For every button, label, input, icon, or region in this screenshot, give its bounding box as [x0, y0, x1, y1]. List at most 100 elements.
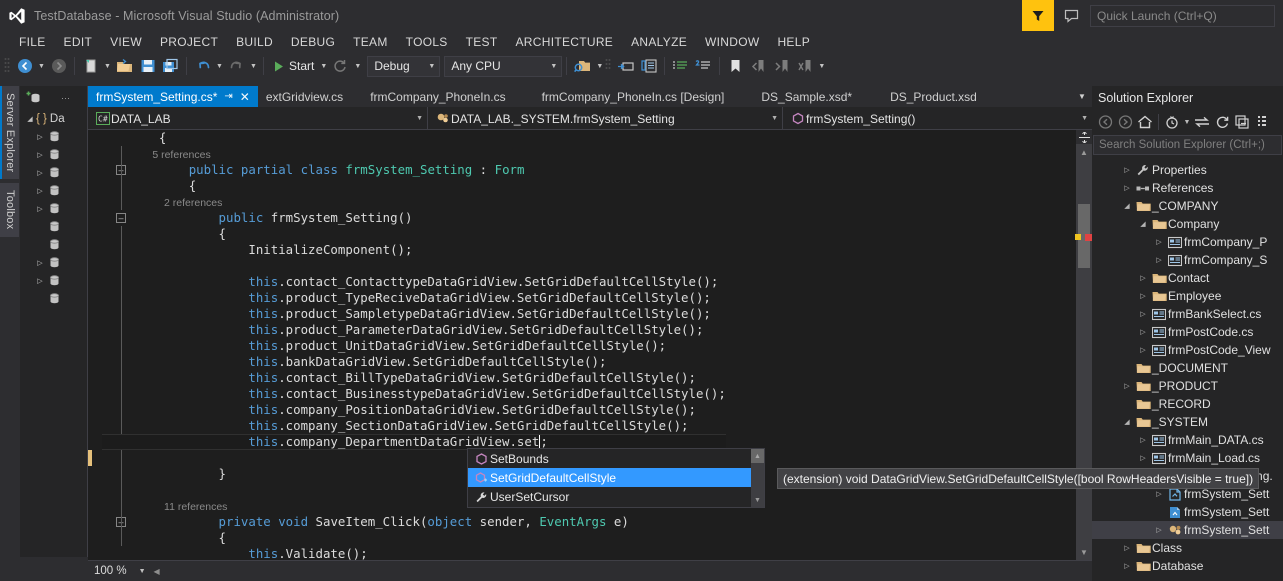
server-explorer-node[interactable]: ▷ — [20, 182, 87, 200]
codelens-reference-count[interactable]: 5 references — [129, 149, 211, 161]
chevron-collapsed-icon[interactable]: ▷ — [34, 205, 46, 213]
chevron-collapsed-icon[interactable]: ▷ — [34, 151, 46, 159]
chevron-collapsed-icon[interactable]: ▷ — [34, 169, 46, 177]
solution-explorer-item-record[interactable]: _RECORD — [1092, 395, 1283, 413]
toolbar-grip[interactable] — [4, 57, 13, 75]
menu-debug[interactable]: DEBUG — [282, 33, 344, 51]
solution-explorer-item-company[interactable]: ◢Company — [1092, 215, 1283, 233]
solution-explorer-item-properties[interactable]: ▷Properties — [1092, 161, 1283, 179]
find-in-files-magnifier-icon[interactable] — [571, 55, 594, 77]
solution-explorer-item-contact[interactable]: ▷Contact — [1092, 269, 1283, 287]
solution-explorer-tree[interactable]: ▷Properties▷References◢_COMPANY◢Company▷… — [1092, 161, 1283, 581]
chevron-collapsed-icon[interactable]: ▷ — [1136, 436, 1150, 444]
solution-explorer-item-database[interactable]: ▷Database — [1092, 557, 1283, 575]
solution-explorer-item-frmcompany-s[interactable]: ▷frmCompany_S — [1092, 251, 1283, 269]
solution-explorer-item-frmmain-data-cs[interactable]: ▷frmMain_DATA.cs — [1092, 431, 1283, 449]
chevron-collapsed-icon[interactable]: ▷ — [34, 187, 46, 195]
scroll-down-icon[interactable]: ▼ — [751, 493, 764, 507]
pending-changes-clock-icon[interactable] — [1162, 111, 1182, 133]
scroll-left-icon[interactable]: ◀ — [154, 567, 160, 576]
tab-overflow-chevron-down-icon[interactable]: ▼ — [1072, 86, 1092, 107]
menu-view[interactable]: VIEW — [101, 33, 151, 51]
previous-bookmark-icon[interactable] — [747, 55, 770, 77]
chevron-expanded-icon[interactable]: ◢ — [1120, 418, 1134, 426]
close-icon[interactable]: ✕ — [240, 90, 250, 104]
solution-explorer-item-references[interactable]: ▷References — [1092, 179, 1283, 197]
chevron-collapsed-icon[interactable]: ▷ — [1152, 490, 1166, 498]
home-icon[interactable] — [1135, 111, 1155, 133]
refresh-circular-icon[interactable] — [329, 55, 352, 77]
code-line[interactable]: this.product_TypeReciveDataGridView.SetG… — [102, 290, 726, 306]
menu-build[interactable]: BUILD — [227, 33, 282, 51]
chevron-collapsed-icon[interactable]: ▷ — [1120, 382, 1134, 390]
pin-icon[interactable]: ⇥ — [224, 91, 232, 102]
chevron-collapsed-icon[interactable]: ▷ — [1136, 454, 1150, 462]
chevron-collapsed-icon[interactable]: ▷ — [1136, 328, 1150, 336]
solution-platform-combo[interactable]: Any CPU ▼ — [444, 56, 562, 77]
navigate-back-icon[interactable] — [1095, 111, 1115, 133]
codelens-reference-line[interactable]: 2 references — [102, 194, 726, 210]
editor-vertical-scrollbar[interactable] — [1076, 130, 1092, 560]
chevron-collapsed-icon[interactable]: ▷ — [1120, 562, 1134, 570]
completion-item-setbounds[interactable]: SetBounds — [468, 449, 764, 468]
menu-window[interactable]: WINDOW — [696, 33, 768, 51]
quick-launch-input[interactable]: Quick Launch (Ctrl+Q) — [1090, 5, 1275, 27]
comment-lines-icon[interactable] — [669, 55, 692, 77]
new-item-icon[interactable] — [79, 55, 102, 77]
code-line[interactable] — [102, 258, 726, 274]
clear-bookmarks-icon[interactable] — [793, 55, 816, 77]
server-explorer-node[interactable]: ▷ — [20, 164, 87, 182]
redo-arrow-icon[interactable] — [225, 55, 248, 77]
find-dropdown-caret-icon[interactable]: ▼ — [594, 55, 605, 77]
code-line[interactable]: this.bankDataGridView.SetGridDefaultCell… — [102, 354, 726, 370]
menu-architecture[interactable]: ARCHITECTURE — [507, 33, 623, 51]
menu-help[interactable]: HELP — [768, 33, 819, 51]
solution-explorer-item-document[interactable]: _DOCUMENT — [1092, 359, 1283, 377]
code-line[interactable]: private void SaveItem_Click(object sende… — [102, 514, 726, 530]
refresh-icon[interactable] — [1212, 111, 1232, 133]
start-debug-button[interactable]: Start — [268, 55, 318, 77]
codelens-reference-line[interactable]: 5 references — [102, 146, 726, 162]
chevron-collapsed-icon[interactable]: ▷ — [1136, 292, 1150, 300]
code-line[interactable]: this.company_PositionDataGridView.SetGri… — [102, 402, 726, 418]
completion-item-setgriddefaultcellstyle[interactable]: SetGridDefaultCellStyle — [468, 468, 764, 487]
chevron-collapsed-icon[interactable]: ▷ — [1120, 166, 1134, 174]
chevron-collapsed-icon[interactable]: ▷ — [1136, 274, 1150, 282]
search-solution-explorer-input[interactable]: Search Solution Explorer (Ctrl+;) — [1093, 135, 1282, 155]
properties-icon[interactable] — [1252, 111, 1272, 133]
chevron-collapsed-icon[interactable]: ▷ — [1152, 256, 1166, 264]
add-data-connection-icon[interactable] — [26, 90, 43, 106]
code-line[interactable]: public frmSystem_Setting() — [102, 210, 726, 226]
code-line[interactable]: this.contact_ContacttypeDataGridView.Set… — [102, 274, 726, 290]
solution-explorer-item-frmpostcode-view[interactable]: ▷frmPostCode_View — [1092, 341, 1283, 359]
scroll-up-icon[interactable]: ▲ — [1076, 144, 1092, 160]
server-explorer-node[interactable]: ▷ — [20, 128, 87, 146]
undo-arrow-icon[interactable] — [191, 55, 214, 77]
list-members-icon[interactable] — [637, 55, 660, 77]
bookmark-icon[interactable] — [724, 55, 747, 77]
start-dropdown-caret-icon[interactable]: ▼ — [318, 55, 329, 77]
toolbar-grip[interactable] — [605, 57, 614, 75]
solution-explorer-item-frmbankselect-cs[interactable]: ▷frmBankSelect.cs — [1092, 305, 1283, 323]
save-icon[interactable] — [136, 55, 159, 77]
code-line[interactable]: { — [102, 130, 726, 146]
toolbar-overflow-caret-icon[interactable]: ▼ — [816, 55, 827, 77]
sidebar-item-server-explorer[interactable]: Server Explorer — [0, 86, 19, 179]
sidebar-item-toolbox[interactable]: Toolbox — [0, 183, 19, 236]
chevron-collapsed-icon[interactable]: ▷ — [1152, 526, 1166, 534]
code-line[interactable]: InitializeComponent(); — [102, 242, 726, 258]
chevron-collapsed-icon[interactable]: ▷ — [1120, 184, 1134, 192]
code-line[interactable]: this.contact_BusinesstypeDataGridView.Se… — [102, 386, 726, 402]
chevron-collapsed-icon[interactable]: ▷ — [34, 259, 46, 267]
completion-list-scrollbar[interactable]: ▲ ▼ — [751, 449, 764, 507]
solution-explorer-item-product[interactable]: ▷_PRODUCT — [1092, 377, 1283, 395]
next-bookmark-icon[interactable] — [770, 55, 793, 77]
menu-team[interactable]: TEAM — [344, 33, 397, 51]
menu-edit[interactable]: EDIT — [55, 33, 102, 51]
code-line[interactable]: this.product_UnitDataGridView.SetGridDef… — [102, 338, 726, 354]
chevron-collapsed-icon[interactable]: ▷ — [1152, 238, 1166, 246]
menu-project[interactable]: PROJECT — [151, 33, 227, 51]
navbar-member-dropdown[interactable]: frmSystem_Setting() ▼ — [783, 107, 1092, 130]
navigate-back-icon[interactable] — [13, 55, 36, 77]
navbar-type-dropdown[interactable]: DATA_LAB._SYSTEM.frmSystem_Setting ▼ — [428, 107, 783, 130]
